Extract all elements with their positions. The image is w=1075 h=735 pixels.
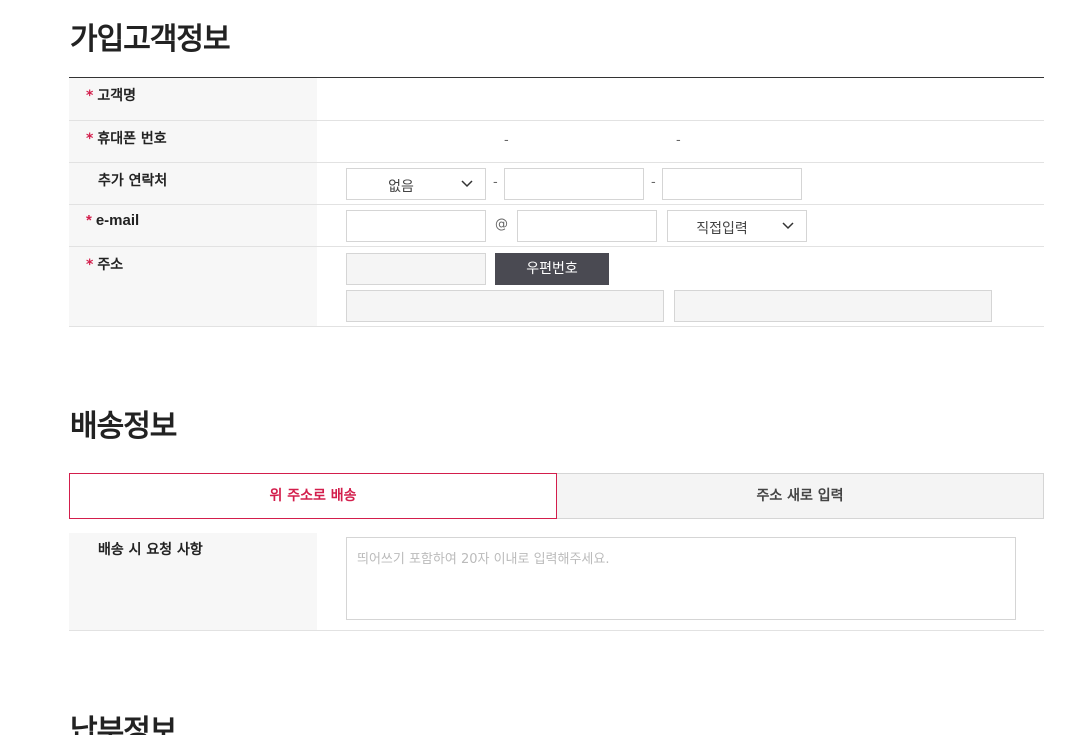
row-email: * e-mail @ 직접입력 <box>69 205 1044 247</box>
extra-contact-last-input[interactable] <box>662 168 802 200</box>
customer-info-title: 가입고객정보 <box>70 22 231 57</box>
required-mark: * <box>86 88 94 104</box>
email-domain-input[interactable] <box>517 210 657 242</box>
delivery-info-table: 배송 시 요청 사항 <box>69 533 1044 631</box>
address-main-input <box>346 290 664 322</box>
delivery-request-textarea[interactable] <box>346 537 1016 620</box>
payment-info-title: 납부정보 <box>70 714 177 735</box>
tab-same-address[interactable]: 위 주소로 배송 <box>69 473 557 519</box>
row-extra-contact: 추가 연락처 없음 - - <box>69 163 1044 205</box>
email-id-input[interactable] <box>346 210 486 242</box>
phone-label: 휴대폰 번호 <box>97 131 167 147</box>
chevron-down-icon <box>461 180 473 188</box>
zipcode-input <box>346 253 486 285</box>
row-customer-name: * 고객명 <box>69 78 1044 121</box>
chevron-down-icon <box>782 222 794 230</box>
required-mark: * <box>86 212 92 229</box>
phone-separator: - <box>676 133 681 148</box>
required-mark: * <box>86 131 94 147</box>
row-phone: * 휴대폰 번호 - - <box>69 121 1044 163</box>
zipcode-button[interactable]: 우편번호 <box>495 253 609 285</box>
delivery-request-label: 배송 시 요청 사항 <box>98 542 203 558</box>
address-label: 주소 <box>97 257 124 273</box>
required-mark: * <box>86 257 94 273</box>
email-domain-select[interactable]: 직접입력 <box>667 210 807 242</box>
delivery-info-title: 배송정보 <box>70 409 177 444</box>
address-detail-input <box>674 290 992 322</box>
email-at-sign: @ <box>495 217 508 232</box>
email-label: e-mail <box>95 212 140 229</box>
extra-contact-label: 추가 연락처 <box>98 173 168 189</box>
extra-separator: - <box>493 175 498 190</box>
phone-separator: - <box>504 133 509 148</box>
tab-new-address[interactable]: 주소 새로 입력 <box>556 473 1044 519</box>
extra-separator: - <box>651 175 656 190</box>
row-address: * 주소 우편번호 <box>69 247 1044 327</box>
customer-info-table: * 고객명 * 휴대폰 번호 - - 추가 연락처 없음 - - * e-mail @ <box>69 77 1044 327</box>
extra-contact-prefix-select[interactable]: 없음 <box>346 168 486 200</box>
row-delivery-request: 배송 시 요청 사항 <box>69 533 1044 631</box>
customer-name-label: 고객명 <box>97 88 136 104</box>
extra-contact-middle-input[interactable] <box>504 168 644 200</box>
